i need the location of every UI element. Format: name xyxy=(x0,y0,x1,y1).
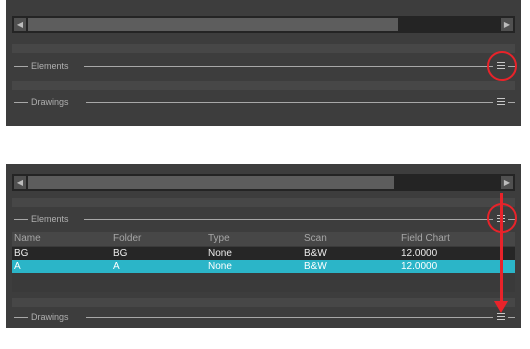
drawings-divider-label: Drawings xyxy=(31,97,69,107)
separator-strip xyxy=(12,298,515,307)
cell-type: None xyxy=(208,261,232,272)
cell-scan: B&W xyxy=(304,248,327,259)
separator-strip xyxy=(12,198,515,207)
divider-lead-line xyxy=(14,317,28,318)
scrollbar-thumb[interactable] xyxy=(28,18,398,31)
drawings-divider-label: Drawings xyxy=(31,312,69,322)
table-row[interactable]: BG BG None B&W 12.0000 xyxy=(12,247,515,260)
elements-divider-label: Elements xyxy=(31,214,69,224)
divider-tail-line xyxy=(508,317,515,318)
separator-strip xyxy=(12,44,515,53)
cell-scan: B&W xyxy=(304,261,327,272)
divider-tail-line xyxy=(508,102,515,103)
scroll-right-arrow-icon[interactable]: ▶ xyxy=(501,18,513,31)
red-down-arrow xyxy=(494,301,508,313)
table-empty-area xyxy=(12,273,515,292)
column-header-type[interactable]: Type xyxy=(208,232,230,246)
xsheet-panel-collapsed: ◀ ▶ Elements Drawings xyxy=(6,0,521,126)
divider-line xyxy=(86,317,493,318)
drawings-divider[interactable]: Drawings xyxy=(12,95,515,109)
column-header-folder[interactable]: Folder xyxy=(113,232,141,246)
scroll-left-arrow-icon[interactable]: ◀ xyxy=(14,18,26,31)
elements-table: Name Folder Type Scan Field Chart BG BG … xyxy=(12,232,515,292)
xsheet-panel-expanded: ◀ ▶ Elements Name Folder Type Scan Field… xyxy=(6,164,521,328)
divider-lead-line xyxy=(14,102,28,103)
elements-divider[interactable]: Elements xyxy=(12,212,515,226)
elements-divider-label: Elements xyxy=(31,61,69,71)
table-row-selected[interactable]: A A None B&W 12.0000 xyxy=(12,260,515,273)
elements-divider[interactable]: Elements xyxy=(12,59,515,73)
red-circle-highlight xyxy=(487,51,517,81)
cell-folder: BG xyxy=(113,248,128,259)
divider-line xyxy=(84,66,493,67)
divider-line xyxy=(86,102,493,103)
table-header: Name Folder Type Scan Field Chart xyxy=(12,232,515,246)
divider-lead-line xyxy=(14,66,28,67)
separator-strip xyxy=(12,81,515,90)
horizontal-scrollbar[interactable]: ◀ ▶ xyxy=(12,174,515,191)
divider-lead-line xyxy=(14,219,28,220)
column-header-scan[interactable]: Scan xyxy=(304,232,327,246)
red-down-arrow-shaft xyxy=(500,193,503,305)
cell-name: BG xyxy=(14,248,29,259)
column-header-field-chart[interactable]: Field Chart xyxy=(401,232,450,246)
scrollbar-thumb[interactable] xyxy=(28,176,394,189)
scroll-right-arrow-icon[interactable]: ▶ xyxy=(501,176,513,189)
cell-field-chart: 12.0000 xyxy=(401,248,438,259)
cell-field-chart: 12.0000 xyxy=(401,261,438,272)
splitter-grip-icon[interactable] xyxy=(497,95,505,109)
drawings-divider[interactable]: Drawings xyxy=(12,310,515,324)
divider-line xyxy=(84,219,493,220)
scroll-left-arrow-icon[interactable]: ◀ xyxy=(14,176,26,189)
column-header-name[interactable]: Name xyxy=(14,232,41,246)
horizontal-scrollbar[interactable]: ◀ ▶ xyxy=(12,16,515,33)
cell-folder: A xyxy=(113,261,120,272)
cell-name: A xyxy=(14,261,21,272)
cell-type: None xyxy=(208,248,232,259)
